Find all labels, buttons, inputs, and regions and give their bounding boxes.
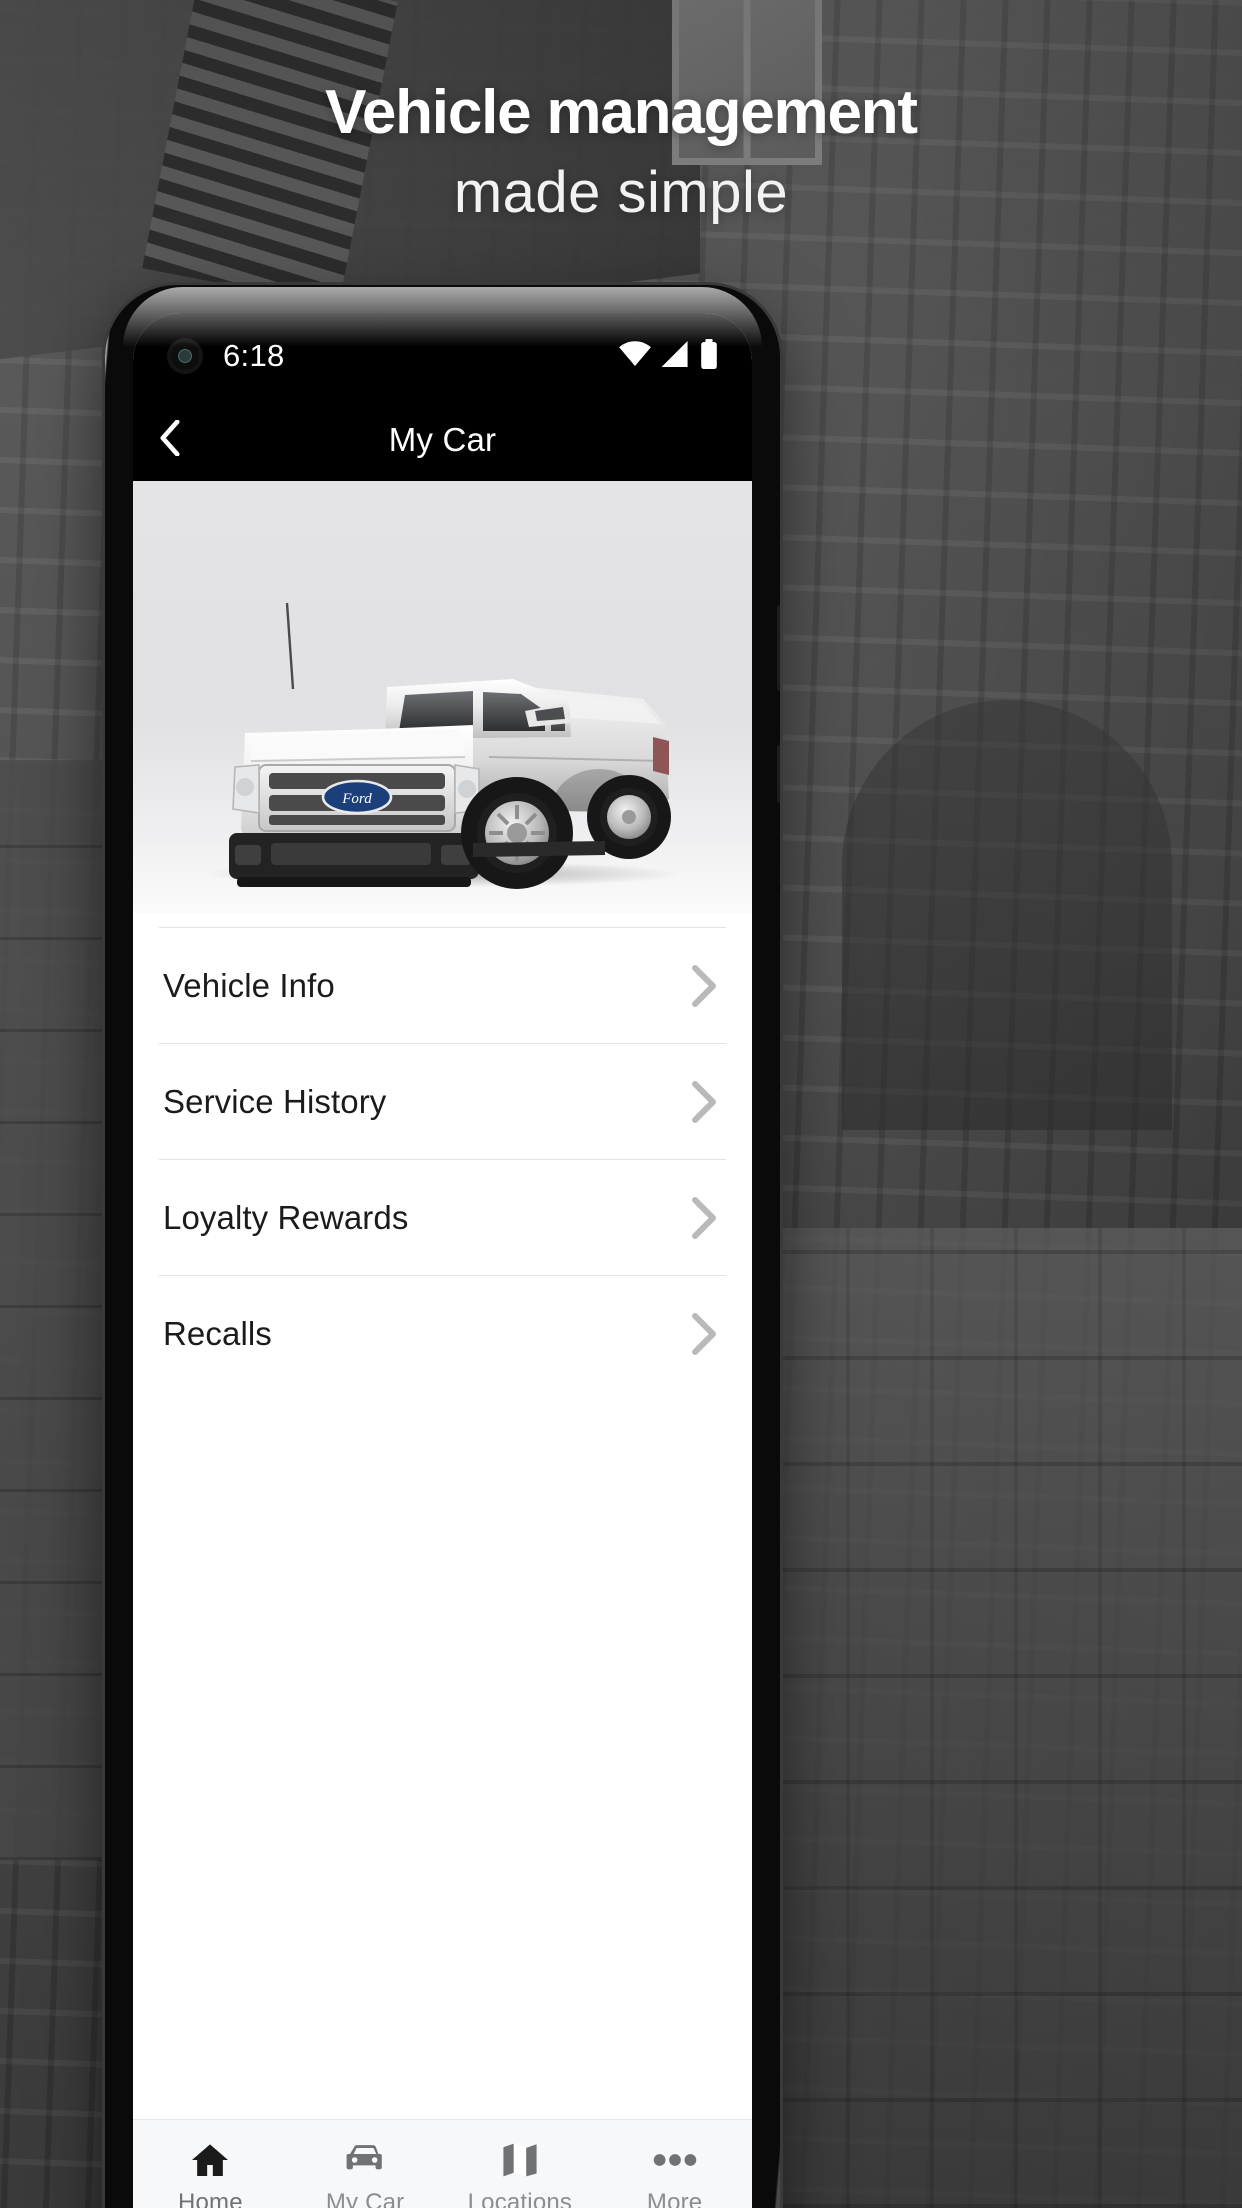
marketing-header: Vehicle management made simple	[0, 82, 1242, 222]
cellular-signal-icon	[661, 340, 691, 372]
phone-mockup: 6:18 My Car Ford Vehicle Info Service Hi…	[105, 285, 780, 2208]
car-icon	[344, 2140, 386, 2180]
menu-row-service-history[interactable]: Service History	[159, 1043, 726, 1159]
chevron-right-icon	[686, 1196, 726, 1240]
nav-item-label: Locations	[467, 2189, 573, 2208]
phone-screen: 6:18 My Car Ford Vehicle Info Service Hi…	[133, 313, 752, 2208]
map-icon	[501, 2140, 539, 2180]
menu-row-recalls[interactable]: Recalls	[159, 1275, 726, 1391]
nav-item-locations[interactable]: Locations	[443, 2140, 598, 2208]
ford-f150-truck-illustration: Ford	[228, 602, 671, 889]
ellipsis-icon	[653, 2140, 697, 2180]
menu-row-vehicle-info[interactable]: Vehicle Info	[159, 927, 726, 1043]
menu-list: Vehicle Info Service History Loyalty Rew…	[133, 913, 752, 1391]
nav-item-label: Home	[177, 2189, 243, 2208]
status-time: 6:18	[223, 338, 285, 373]
menu-row-label: Recalls	[163, 1314, 272, 1352]
app-bar-title: My Car	[388, 421, 497, 458]
camera-punch-hole-icon	[167, 338, 203, 374]
wifi-icon	[618, 340, 652, 372]
nav-item-home[interactable]: Home	[133, 2140, 288, 2208]
svg-text:Ford: Ford	[341, 791, 372, 807]
status-bar: 6:18	[133, 313, 752, 399]
bottom-navigation: Home My Car Locations More	[133, 2119, 752, 2208]
menu-row-label: Service History	[163, 1082, 387, 1120]
power-button[interactable]	[777, 745, 780, 803]
chevron-right-icon	[686, 964, 726, 1008]
app-bar: My Car	[133, 399, 752, 481]
chevron-right-icon	[686, 1312, 726, 1356]
nav-item-label: My Car	[325, 2189, 405, 2208]
menu-row-loyalty-rewards[interactable]: Loyalty Rewards	[159, 1159, 726, 1275]
volume-button[interactable]	[777, 605, 780, 691]
page-subtitle: made simple	[453, 160, 789, 225]
vehicle-hero-image: Ford	[133, 481, 752, 913]
status-icons	[618, 338, 718, 374]
chevron-right-icon	[686, 1080, 726, 1124]
nav-item-more[interactable]: More	[597, 2140, 752, 2208]
battery-icon	[700, 338, 718, 374]
menu-row-label: Loyalty Rewards	[163, 1198, 409, 1236]
home-icon	[190, 2140, 230, 2180]
nav-item-label: More	[646, 2189, 703, 2208]
nav-item-my-car[interactable]: My Car	[288, 2140, 443, 2208]
page-title: Vehicle management	[325, 78, 918, 147]
menu-row-label: Vehicle Info	[163, 966, 335, 1004]
